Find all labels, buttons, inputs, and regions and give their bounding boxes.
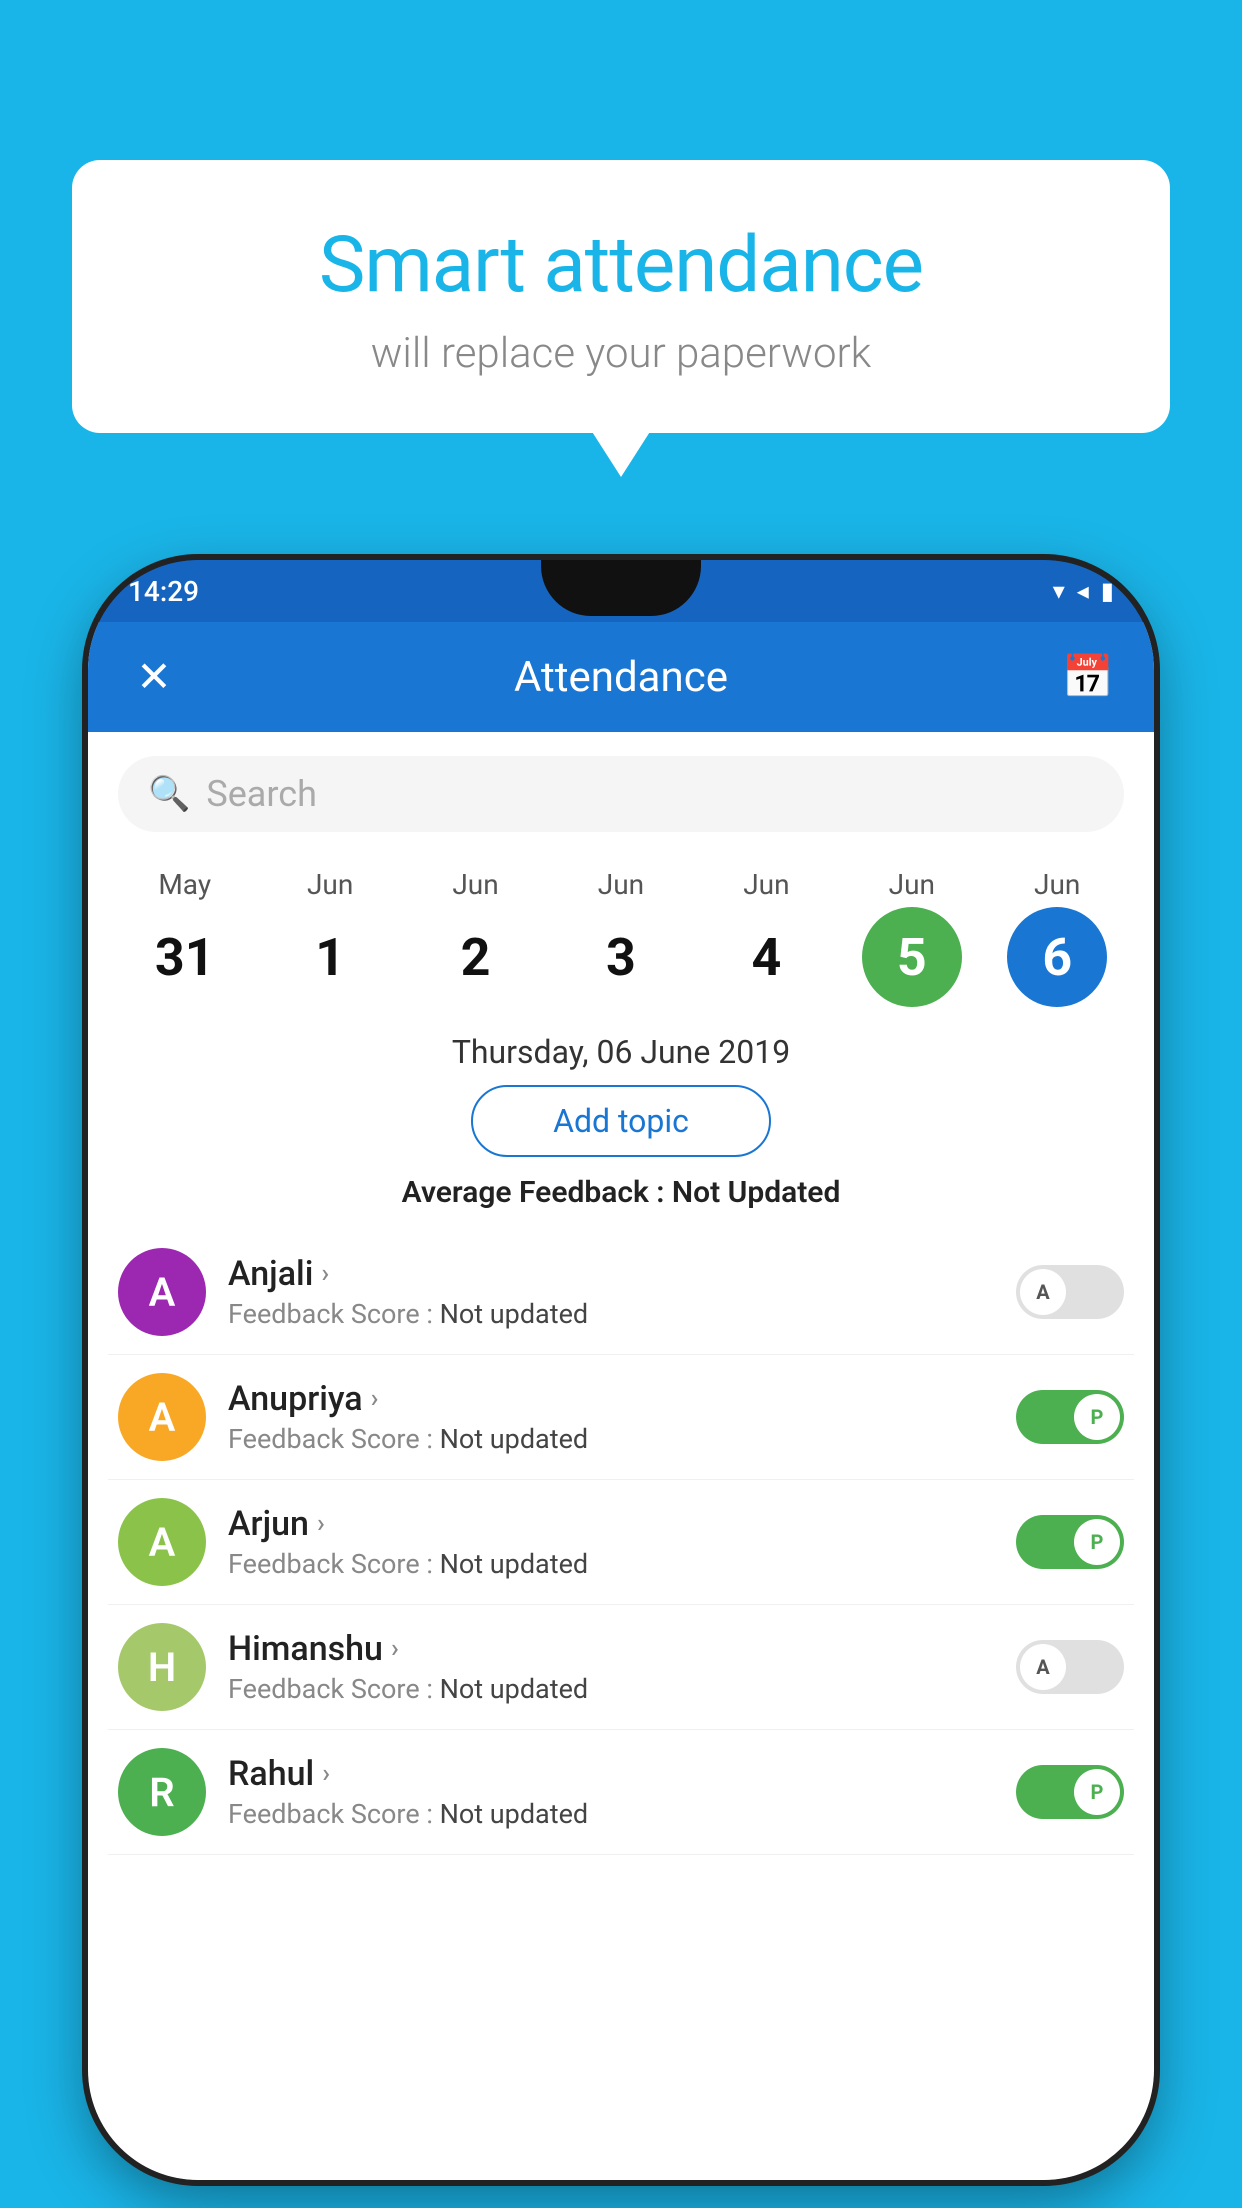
phone-screen: ✕ Attendance 📅 🔍 Search May 31 Jun 1 Jun…	[88, 622, 1154, 2180]
student-item[interactable]: A Arjun › Feedback Score : Not updated P	[108, 1480, 1134, 1605]
cal-date: 4	[716, 907, 816, 1007]
cal-date: 3	[571, 907, 671, 1007]
bubble-title: Smart attendance	[132, 220, 1110, 311]
cal-month: May	[158, 868, 211, 901]
student-avatar: A	[118, 1498, 206, 1586]
student-name: Rahul ›	[228, 1754, 1016, 1794]
student-list: A Anjali › Feedback Score : Not updated …	[88, 1230, 1154, 1855]
avg-feedback: Average Feedback : Not Updated	[88, 1175, 1154, 1210]
attendance-toggle[interactable]: P	[1016, 1390, 1124, 1444]
toggle-knob: P	[1074, 1519, 1120, 1565]
student-name: Himanshu ›	[228, 1629, 1016, 1669]
cal-month: Jun	[598, 868, 644, 901]
selected-date-label: Thursday, 06 June 2019	[88, 1015, 1154, 1085]
calendar-icon[interactable]: 📅	[1058, 653, 1118, 702]
chevron-icon: ›	[322, 1759, 330, 1789]
search-bar[interactable]: 🔍 Search	[118, 756, 1124, 832]
student-feedback: Feedback Score : Not updated	[228, 1423, 1016, 1455]
toggle-knob: P	[1074, 1394, 1120, 1440]
toggle-knob: A	[1020, 1269, 1066, 1315]
attendance-toggle[interactable]: P	[1016, 1515, 1124, 1569]
calendar-day[interactable]: Jun 2	[411, 868, 541, 1007]
chevron-icon: ›	[317, 1509, 325, 1539]
speech-bubble: Smart attendance will replace your paper…	[72, 160, 1170, 433]
battery-icon: ▮	[1101, 577, 1114, 605]
student-item[interactable]: A Anupriya › Feedback Score : Not update…	[108, 1355, 1134, 1480]
student-feedback: Feedback Score : Not updated	[228, 1673, 1016, 1705]
avg-feedback-value: Not Updated	[672, 1175, 840, 1210]
student-avatar: A	[118, 1248, 206, 1336]
attendance-toggle[interactable]: A	[1016, 1640, 1124, 1694]
student-avatar: R	[118, 1748, 206, 1836]
student-item[interactable]: A Anjali › Feedback Score : Not updated …	[108, 1230, 1134, 1355]
chevron-icon: ›	[371, 1384, 379, 1414]
calendar-day[interactable]: Jun 5	[847, 868, 977, 1007]
student-feedback: Feedback Score : Not updated	[228, 1548, 1016, 1580]
student-info: Arjun › Feedback Score : Not updated	[228, 1504, 1016, 1580]
student-name: Anupriya ›	[228, 1379, 1016, 1419]
avg-feedback-label: Average Feedback :	[402, 1175, 665, 1210]
calendar-day[interactable]: Jun 1	[265, 868, 395, 1007]
calendar-day[interactable]: Jun 6	[992, 868, 1122, 1007]
student-name: Arjun ›	[228, 1504, 1016, 1544]
status-time: 14:29	[128, 575, 199, 608]
student-name: Anjali ›	[228, 1254, 1016, 1294]
screen-content: 🔍 Search May 31 Jun 1 Jun 2 Jun 3 Jun 4 …	[88, 732, 1154, 1855]
cal-month: Jun	[743, 868, 789, 901]
cal-date: 6	[1007, 907, 1107, 1007]
cal-date: 1	[280, 907, 380, 1007]
student-feedback: Feedback Score : Not updated	[228, 1798, 1016, 1830]
student-info: Anjali › Feedback Score : Not updated	[228, 1254, 1016, 1330]
student-item[interactable]: R Rahul › Feedback Score : Not updated P	[108, 1730, 1134, 1855]
student-info: Anupriya › Feedback Score : Not updated	[228, 1379, 1016, 1455]
calendar-day[interactable]: Jun 4	[701, 868, 831, 1007]
cal-date: 31	[135, 907, 235, 1007]
attendance-toggle[interactable]: P	[1016, 1765, 1124, 1819]
search-icon: 🔍	[148, 774, 190, 814]
app-bar-title: Attendance	[184, 653, 1058, 702]
app-bar: ✕ Attendance 📅	[88, 622, 1154, 732]
calendar-day[interactable]: May 31	[120, 868, 250, 1007]
chevron-icon: ›	[391, 1634, 399, 1664]
phone-inner: 14:29 ▾ ◂ ▮ ✕ Attendance 📅 🔍 Search	[88, 560, 1154, 2180]
student-info: Rahul › Feedback Score : Not updated	[228, 1754, 1016, 1830]
student-avatar: H	[118, 1623, 206, 1711]
wifi-icon: ▾	[1053, 577, 1065, 605]
close-icon[interactable]: ✕	[124, 652, 184, 702]
cal-month: Jun	[889, 868, 935, 901]
speech-bubble-container: Smart attendance will replace your paper…	[72, 160, 1170, 433]
search-placeholder: Search	[206, 773, 317, 815]
chevron-icon: ›	[321, 1259, 329, 1289]
toggle-knob: P	[1074, 1769, 1120, 1815]
cal-month: Jun	[452, 868, 498, 901]
student-item[interactable]: H Himanshu › Feedback Score : Not update…	[108, 1605, 1134, 1730]
bubble-subtitle: will replace your paperwork	[132, 329, 1110, 378]
cal-date: 2	[426, 907, 526, 1007]
calendar-day[interactable]: Jun 3	[556, 868, 686, 1007]
calendar-row: May 31 Jun 1 Jun 2 Jun 3 Jun 4 Jun 5 Jun…	[88, 852, 1154, 1015]
cal-month: Jun	[1034, 868, 1080, 901]
phone-frame: 14:29 ▾ ◂ ▮ ✕ Attendance 📅 🔍 Search	[88, 560, 1154, 2180]
student-info: Himanshu › Feedback Score : Not updated	[228, 1629, 1016, 1705]
cal-date: 5	[862, 907, 962, 1007]
signal-icon: ◂	[1077, 577, 1089, 605]
toggle-knob: A	[1020, 1644, 1066, 1690]
attendance-toggle[interactable]: A	[1016, 1265, 1124, 1319]
status-icons: ▾ ◂ ▮	[1053, 577, 1114, 605]
cal-month: Jun	[307, 868, 353, 901]
add-topic-button[interactable]: Add topic	[471, 1085, 771, 1157]
student-feedback: Feedback Score : Not updated	[228, 1298, 1016, 1330]
status-bar: 14:29 ▾ ◂ ▮	[88, 560, 1154, 622]
notch	[541, 560, 701, 616]
student-avatar: A	[118, 1373, 206, 1461]
